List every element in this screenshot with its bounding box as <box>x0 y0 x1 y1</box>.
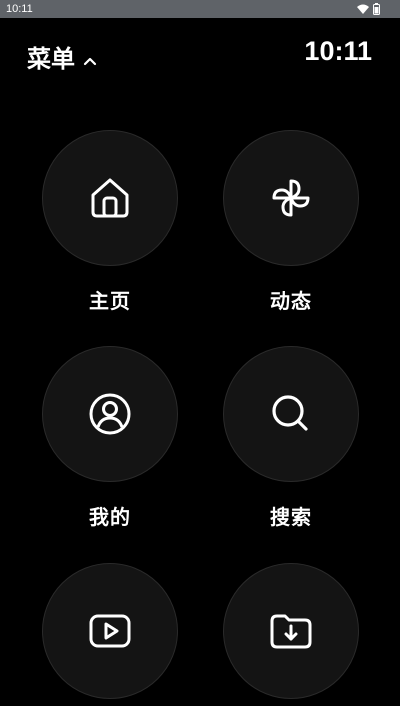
menu-item-label: 我的 <box>89 505 131 529</box>
status-bar: 10:11 <box>0 0 400 18</box>
menu-item-label: 主页 <box>89 289 131 313</box>
menu-item-home[interactable]: 主页 <box>40 130 180 314</box>
status-icons <box>357 3 380 15</box>
battery-icon <box>373 3 380 15</box>
menu-item-circle[interactable] <box>223 346 359 482</box>
menu-item-downloads[interactable] <box>221 563 361 706</box>
menu-item-feed[interactable]: 动态 <box>221 130 361 314</box>
menu-item-label: 搜索 <box>270 505 312 529</box>
home-icon <box>86 174 134 222</box>
menu-screen: 10:11 菜单 10:11 主页 动态 我的 搜索 <box>0 0 400 706</box>
menu-item-circle[interactable] <box>223 130 359 266</box>
menu-item-circle[interactable] <box>42 130 178 266</box>
clock: 10:11 <box>304 36 372 66</box>
chevron-up-icon <box>83 44 97 72</box>
menu-item-video[interactable] <box>40 563 180 706</box>
menu-item-search[interactable]: 搜索 <box>221 346 361 530</box>
header: 菜单 10:11 <box>0 18 400 86</box>
folder-download-icon <box>267 607 315 655</box>
play-icon <box>86 607 134 655</box>
wifi-icon <box>357 4 369 14</box>
fan-icon <box>266 173 316 223</box>
menu-title-toggle[interactable]: 菜单 <box>27 39 97 74</box>
search-icon <box>267 390 315 438</box>
user-icon <box>86 390 134 438</box>
menu-title: 菜单 <box>27 45 75 73</box>
menu-item-circle[interactable] <box>42 346 178 482</box>
menu-item-label: 动态 <box>270 289 312 313</box>
menu-item-circle[interactable] <box>223 563 359 699</box>
menu-item-profile[interactable]: 我的 <box>40 346 180 530</box>
menu-item-circle[interactable] <box>42 563 178 699</box>
status-time: 10:11 <box>6 3 33 15</box>
